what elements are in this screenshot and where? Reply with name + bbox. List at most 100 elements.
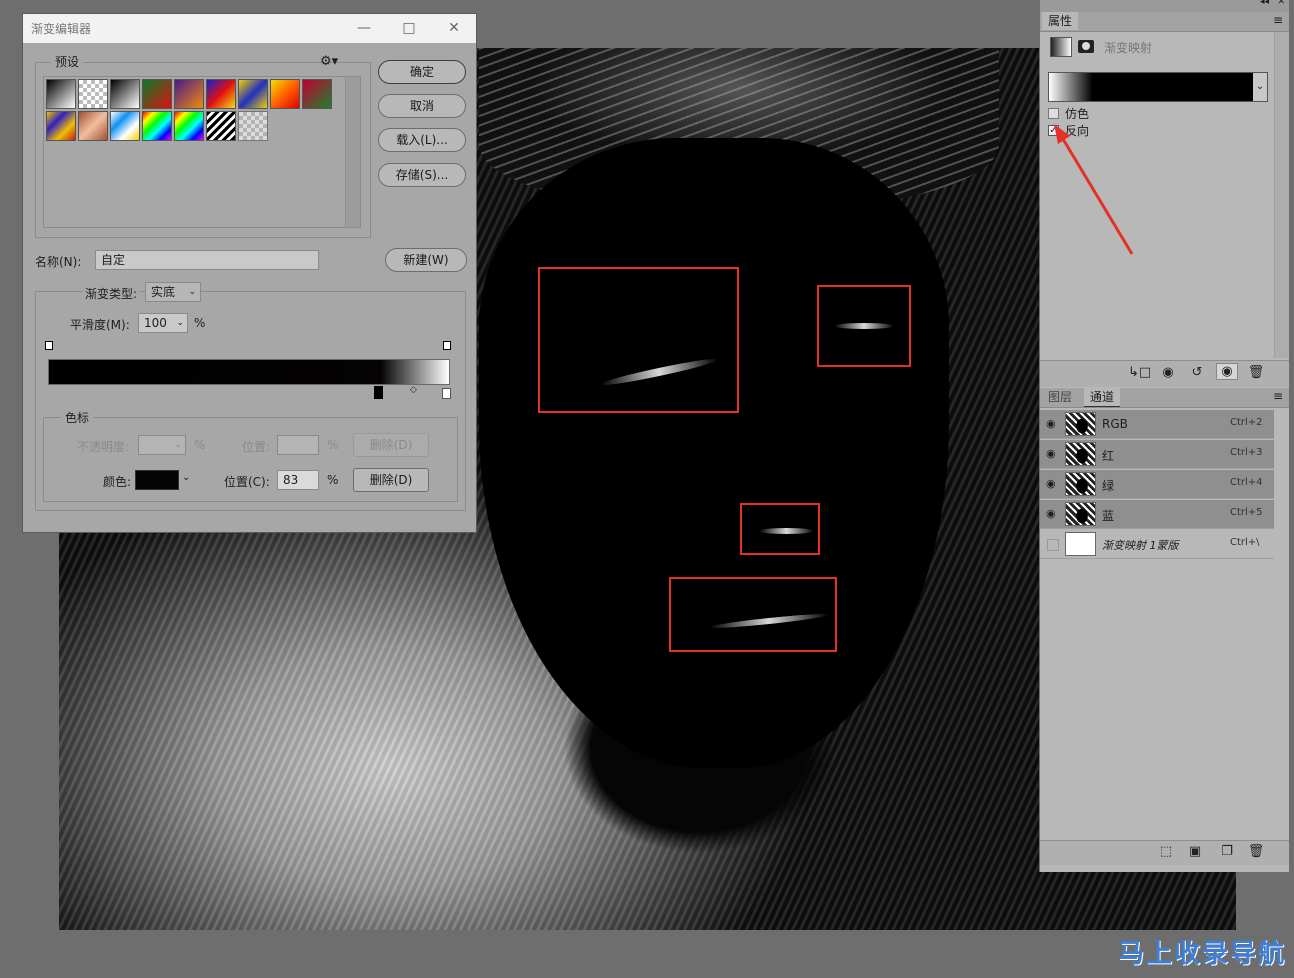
- preset-swatch[interactable]: [46, 79, 76, 109]
- type-label: 渐变类型:: [83, 285, 140, 302]
- mask-icon[interactable]: [1078, 40, 1094, 53]
- trash-icon[interactable]: 🗑: [1246, 844, 1266, 859]
- channel-shortcut: Ctrl+\: [1230, 537, 1260, 548]
- visibility-icon[interactable]: ◉: [1216, 363, 1238, 380]
- preset-swatch[interactable]: [174, 79, 204, 109]
- name-field[interactable]: 自定: [95, 250, 319, 270]
- presets-label: 预设: [51, 53, 84, 70]
- channel-row-red[interactable]: ◉ 红 Ctrl+3: [1040, 440, 1274, 469]
- channel-shortcut: Ctrl+3: [1230, 447, 1263, 458]
- channels-header: 图层 通道 ≡: [1040, 388, 1289, 408]
- cancel-button[interactable]: 取消: [378, 94, 466, 118]
- opacity-label: 不透明度:: [77, 440, 130, 454]
- gradient-map-adjust-icon: [1050, 37, 1072, 57]
- preset-swatch[interactable]: [142, 111, 172, 141]
- opacity-stop-left[interactable]: [45, 341, 53, 350]
- channel-thumbnail: [1065, 502, 1096, 526]
- preset-swatch[interactable]: [206, 111, 236, 141]
- close-icon[interactable]: ✕: [1277, 0, 1285, 7]
- channels-footer: ⬚ ▣ ❐ 🗑: [1040, 840, 1289, 865]
- dither-checkbox[interactable]: [1048, 108, 1059, 119]
- channel-row-rgb[interactable]: ◉ RGB Ctrl+2: [1040, 410, 1274, 439]
- preset-swatch[interactable]: [46, 111, 76, 141]
- collapse-icon[interactable]: ◂◂: [1260, 0, 1269, 7]
- preset-swatch[interactable]: [110, 79, 140, 109]
- preset-swatch[interactable]: [110, 111, 140, 141]
- opacity-position-input[interactable]: [277, 435, 319, 455]
- color-label: 颜色:: [103, 475, 132, 489]
- view-previous-icon[interactable]: ◉: [1158, 365, 1178, 380]
- opacity-stop-right[interactable]: [443, 341, 451, 350]
- presets-scrollbar[interactable]: [345, 77, 360, 227]
- smoothness-input[interactable]: 100 ⌄: [138, 313, 188, 333]
- load-selection-icon[interactable]: ⬚: [1156, 844, 1176, 859]
- gradient-preview-bar[interactable]: [48, 359, 450, 385]
- trash-icon[interactable]: 🗑: [1246, 365, 1266, 380]
- eye-icon[interactable]: ◉: [1046, 507, 1060, 520]
- gradient-type-select[interactable]: 实底 ⌄: [145, 282, 201, 302]
- new-channel-icon[interactable]: ❐: [1217, 844, 1237, 859]
- color-stop-selected[interactable]: [374, 386, 383, 399]
- preset-swatch[interactable]: [78, 79, 108, 109]
- load-button[interactable]: 载入(L)...: [378, 128, 466, 152]
- preset-swatch[interactable]: [238, 111, 268, 141]
- minimize-icon[interactable]: —: [353, 18, 375, 38]
- ok-button[interactable]: 确定: [378, 60, 466, 84]
- position-percent: %: [327, 473, 339, 487]
- reset-icon[interactable]: ↺: [1187, 365, 1207, 380]
- preset-swatch[interactable]: [142, 79, 172, 109]
- preset-swatch[interactable]: [174, 111, 204, 141]
- color-stop-white[interactable]: [442, 388, 451, 399]
- properties-scrollbar[interactable]: [1274, 32, 1289, 358]
- clip-to-layer-icon[interactable]: ↳□: [1128, 365, 1151, 380]
- properties-title: 渐变映射: [1104, 41, 1153, 55]
- tab-layers[interactable]: 图层: [1042, 388, 1078, 406]
- eye-icon[interactable]: ◉: [1046, 447, 1060, 460]
- chevron-down-icon: ⌄: [174, 440, 182, 450]
- save-button[interactable]: 存储(S)...: [378, 163, 466, 187]
- channel-row-mask[interactable]: 渐变映射 1蒙版 Ctrl+\: [1040, 530, 1274, 559]
- gear-icon[interactable]: ⚙▾: [320, 54, 338, 69]
- delete-opacity-stop-button[interactable]: 删除(D): [353, 433, 429, 457]
- new-button[interactable]: 新建(W): [385, 248, 467, 272]
- save-selection-icon[interactable]: ▣: [1185, 844, 1205, 859]
- panel-menu-icon[interactable]: ≡: [1273, 389, 1283, 403]
- midpoint-diamond[interactable]: ◇: [410, 385, 417, 395]
- close-icon[interactable]: ✕: [443, 18, 465, 38]
- tab-properties[interactable]: 属性: [1042, 12, 1079, 30]
- name-label: 名称(N):: [35, 255, 82, 269]
- preset-swatch[interactable]: [78, 111, 108, 141]
- preset-swatch[interactable]: [270, 79, 300, 109]
- channel-thumbnail: [1065, 442, 1096, 466]
- channel-row-blue[interactable]: ◉ 蓝 Ctrl+5: [1040, 500, 1274, 529]
- delete-color-stop-button[interactable]: 删除(D): [353, 468, 429, 492]
- presets-grid: [43, 76, 361, 228]
- channel-name: 红: [1102, 449, 1115, 463]
- color-swatch[interactable]: [135, 470, 179, 490]
- channel-name: 绿: [1102, 479, 1115, 493]
- chevron-down-icon[interactable]: ⌄: [1253, 73, 1267, 101]
- eye-icon[interactable]: ◉: [1046, 417, 1060, 430]
- highlight-box-mouth: [669, 577, 837, 652]
- tab-channels[interactable]: 通道: [1084, 388, 1121, 407]
- gradient-map-picker[interactable]: ⌄: [1048, 72, 1268, 102]
- visibility-toggle[interactable]: [1047, 539, 1059, 551]
- eye-icon[interactable]: ◉: [1046, 477, 1060, 490]
- panel-menu-icon[interactable]: ≡: [1273, 13, 1283, 27]
- highlight-box-nose: [740, 503, 820, 555]
- preset-swatch[interactable]: [206, 79, 236, 109]
- chevron-down-icon[interactable]: ⌄: [182, 472, 190, 483]
- dialog-titlebar[interactable]: 渐变编辑器 — □ ✕: [23, 14, 476, 43]
- maximize-icon[interactable]: □: [398, 18, 420, 38]
- preset-swatch[interactable]: [302, 79, 332, 109]
- opacity-position-percent: %: [327, 438, 339, 452]
- chevron-down-icon: ⌄: [176, 318, 184, 328]
- smooth-percent: %: [194, 316, 206, 330]
- face-region: [479, 138, 949, 768]
- channel-row-green[interactable]: ◉ 绿 Ctrl+4: [1040, 470, 1274, 499]
- position-input[interactable]: 83: [277, 470, 319, 490]
- preset-swatch[interactable]: [238, 79, 268, 109]
- channel-shortcut: Ctrl+2: [1230, 417, 1263, 428]
- opacity-input[interactable]: ⌄: [138, 435, 186, 455]
- channel-name: 蓝: [1102, 509, 1115, 523]
